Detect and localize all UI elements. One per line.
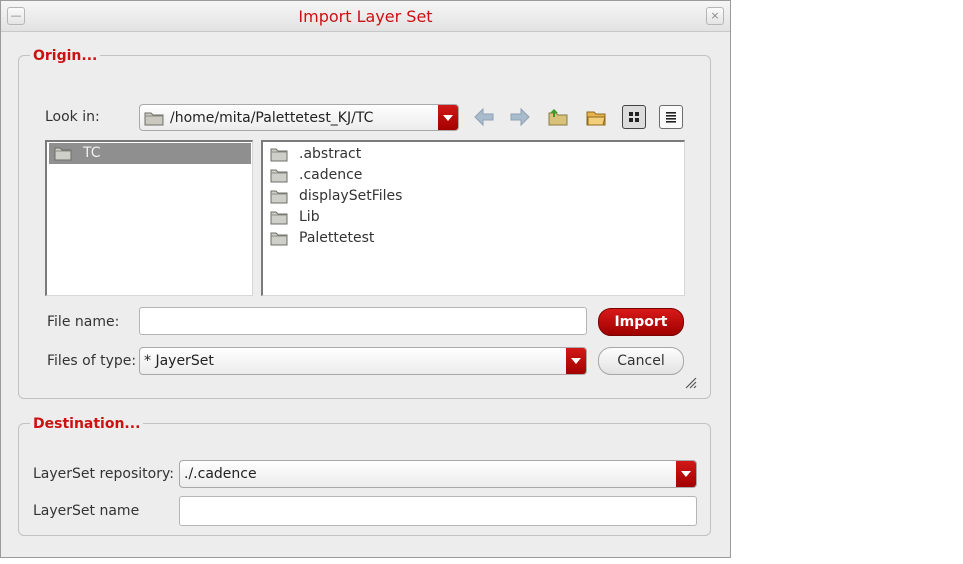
cancel-button[interactable]: Cancel	[598, 347, 684, 375]
folder-icon	[54, 147, 72, 161]
file-name: .abstract	[299, 146, 362, 162]
forward-arrow-icon[interactable]	[508, 105, 532, 129]
chevron-down-icon[interactable]	[676, 461, 696, 487]
look-in-label: Look in:	[45, 109, 100, 125]
dialog-title: Import Layer Set	[298, 7, 433, 26]
origin-legend: Origin...	[30, 47, 101, 65]
grid-view-icon	[629, 112, 639, 122]
file-name-text[interactable]	[140, 308, 586, 334]
sidebar-list[interactable]: TC	[45, 140, 253, 296]
parent-folder-icon[interactable]	[546, 105, 570, 129]
folder-icon	[270, 148, 288, 162]
list-item[interactable]: Palettetest	[265, 228, 683, 249]
repository-value: ./.cadence	[184, 466, 257, 482]
import-layer-set-dialog: — Import Layer Set × Origin... Look in: …	[0, 0, 731, 558]
folder-icon	[270, 190, 288, 204]
resize-grip-icon[interactable]	[683, 375, 697, 389]
folder-icon	[270, 169, 288, 183]
file-name: displaySetFiles	[299, 188, 403, 204]
look-in-combo[interactable]: /home/mita/Palettetest_KJ/TC	[139, 104, 459, 131]
file-list[interactable]: .abstract .cadence displaySetFiles Lib P…	[261, 140, 685, 296]
back-arrow-icon[interactable]	[472, 105, 496, 129]
layerset-name-text[interactable]	[180, 497, 696, 525]
sidebar-item-label: TC	[83, 145, 101, 161]
look-in-path: /home/mita/Palettetest_KJ/TC	[170, 110, 374, 126]
import-button[interactable]: Import	[598, 308, 684, 336]
files-of-type-value: * JayerSet	[144, 353, 214, 369]
list-item[interactable]: Lib	[265, 207, 683, 228]
detail-view-button[interactable]	[659, 105, 683, 129]
chevron-down-icon[interactable]	[438, 105, 458, 130]
list-item[interactable]: .cadence	[265, 165, 683, 186]
sidebar-item-tc[interactable]: TC	[49, 143, 251, 164]
repository-combo[interactable]: ./.cadence	[179, 460, 697, 488]
file-name: Palettetest	[299, 230, 375, 246]
list-item[interactable]: displaySetFiles	[265, 186, 683, 207]
list-view-icon	[666, 112, 676, 123]
close-window-icon[interactable]: ×	[706, 7, 724, 25]
chevron-down-icon[interactable]	[566, 348, 586, 374]
list-item[interactable]: .abstract	[265, 144, 683, 165]
files-of-type-combo[interactable]: * JayerSet	[139, 347, 587, 375]
folder-icon	[270, 232, 288, 246]
layerset-name-input[interactable]	[179, 496, 697, 526]
file-name: .cadence	[299, 167, 363, 183]
new-folder-icon[interactable]	[584, 105, 608, 129]
files-of-type-label: Files of type:	[47, 353, 137, 369]
destination-legend: Destination...	[30, 415, 144, 433]
layerset-name-label: LayerSet name	[33, 503, 140, 519]
repository-label: LayerSet repository:	[33, 466, 174, 482]
folder-icon	[144, 112, 164, 126]
icon-view-button[interactable]	[622, 105, 646, 129]
file-name: Lib	[299, 209, 320, 225]
title-bar[interactable]: — Import Layer Set ×	[1, 1, 730, 32]
file-name-input[interactable]	[139, 307, 587, 335]
folder-icon	[270, 211, 288, 225]
file-name-label: File name:	[47, 314, 120, 330]
